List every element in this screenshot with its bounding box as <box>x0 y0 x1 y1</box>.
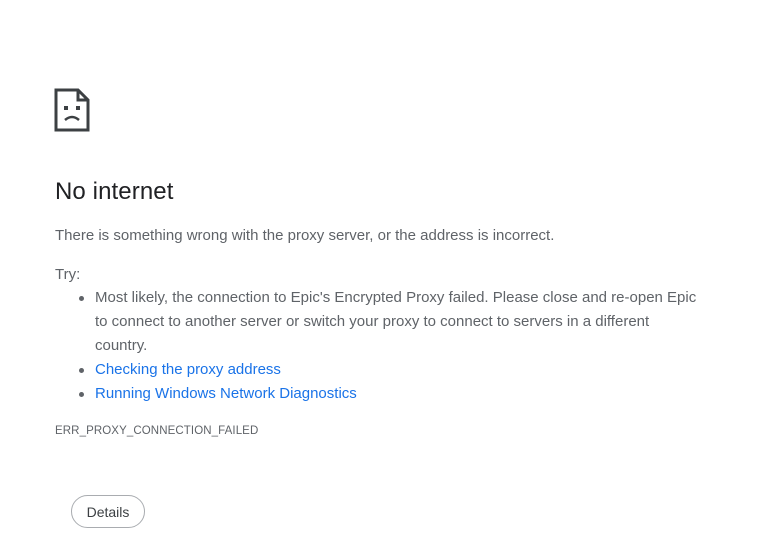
bullet-icon <box>79 392 84 397</box>
error-summary: There is something wrong with the proxy … <box>55 227 555 244</box>
network-diagnostics-link[interactable]: Running Windows Network Diagnostics <box>95 385 357 402</box>
suggestion-item: Checking the proxy address <box>79 358 705 382</box>
sad-page-icon <box>54 88 90 132</box>
details-button[interactable]: Details <box>71 495 145 528</box>
suggestions-list: Most likely, the connection to Epic's En… <box>55 286 705 406</box>
error-page: No internet There is something wrong wit… <box>0 0 780 548</box>
bullet-icon <box>79 368 84 373</box>
suggestion-item: Most likely, the connection to Epic's En… <box>79 286 705 358</box>
check-proxy-link[interactable]: Checking the proxy address <box>95 361 281 378</box>
bullet-icon <box>79 296 84 301</box>
page-title: No internet <box>55 178 174 205</box>
try-label: Try: <box>55 266 81 283</box>
suggestion-text: Most likely, the connection to Epic's En… <box>95 289 697 354</box>
error-code: ERR_PROXY_CONNECTION_FAILED <box>55 425 259 437</box>
suggestion-item: Running Windows Network Diagnostics <box>79 382 705 406</box>
